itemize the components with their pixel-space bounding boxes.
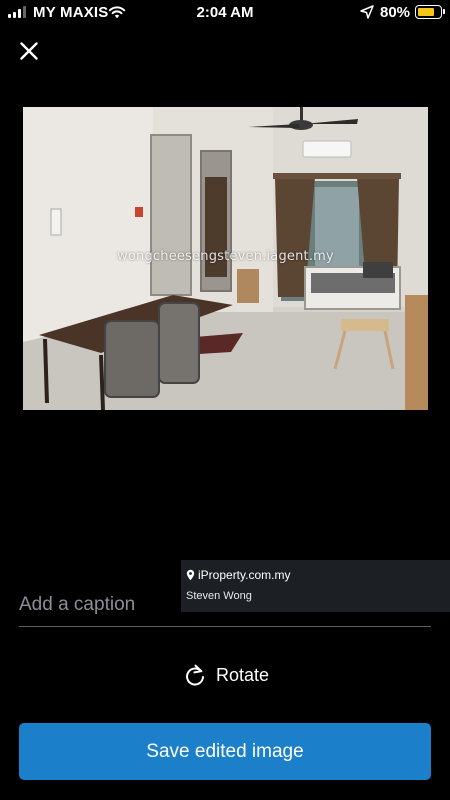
- close-icon: [20, 42, 38, 60]
- status-bar: MY MAXIS 2:04 AM 80%: [0, 0, 450, 26]
- map-pin-icon: [186, 569, 195, 581]
- photo-watermark: wongcheesengsteven.iagent.my: [117, 249, 334, 264]
- battery-percentage: 80%: [380, 4, 411, 21]
- battery-icon: [415, 5, 445, 19]
- caption-input[interactable]: [19, 583, 431, 627]
- location-arrow-icon: [360, 5, 374, 19]
- save-edited-image-button[interactable]: Save edited image: [19, 723, 431, 780]
- property-photo: wongcheesengsteven.iagent.my: [23, 107, 428, 410]
- rotate-label: Rotate: [216, 664, 270, 685]
- badge-brand-text: iProperty.com.my: [198, 568, 291, 582]
- rotate-clockwise-icon: [186, 664, 204, 686]
- rotate-button[interactable]: Rotate: [184, 660, 269, 690]
- badge-brand: iProperty.com.my: [186, 568, 290, 582]
- close-button[interactable]: [14, 36, 44, 66]
